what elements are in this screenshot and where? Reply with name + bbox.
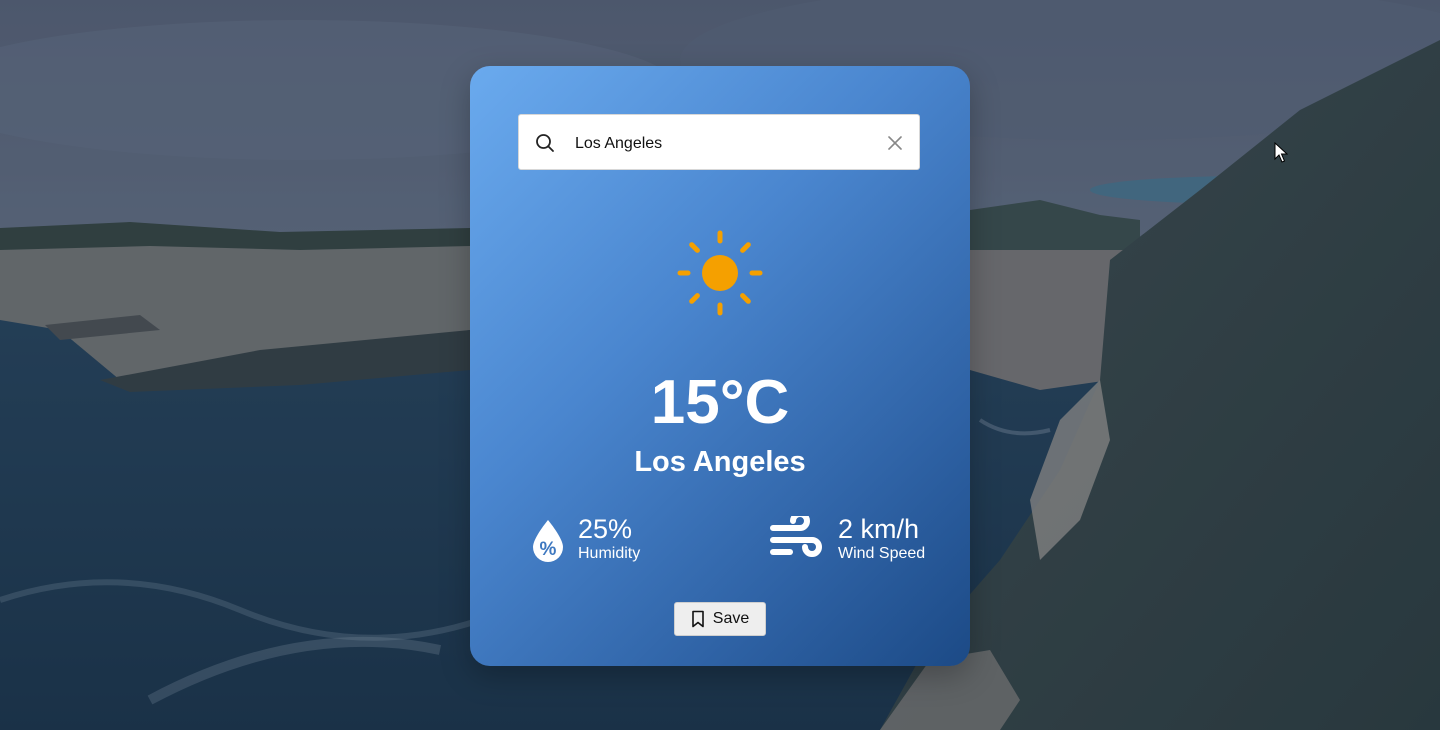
search-icon[interactable] [535,133,555,153]
wind-stat: 2 km/h Wind Speed [838,514,925,564]
city-name: Los Angeles [634,446,806,478]
temperature: 15°C [650,368,790,437]
close-icon[interactable] [887,135,903,151]
humidity-icon: % [533,520,563,562]
humidity-value: 25% [578,514,633,544]
wind-value: 2 km/h [838,514,920,544]
weather-card: 15°C Los Angeles % 25% Humidity 2 km/h W… [470,66,970,666]
sun-icon [677,230,763,316]
bookmark-icon [691,610,704,628]
svg-text:%: % [540,539,557,560]
search-input[interactable] [573,129,877,159]
mouse-cursor-icon [1274,142,1288,163]
save-label: Save [712,610,750,627]
search-bar [518,114,920,170]
save-button[interactable]: Save [674,602,766,636]
wind-icon [770,516,822,557]
humidity-stat: 25% Humidity [578,514,640,564]
humidity-label: Humidity [578,545,641,562]
wind-label: Wind Speed [838,545,926,562]
